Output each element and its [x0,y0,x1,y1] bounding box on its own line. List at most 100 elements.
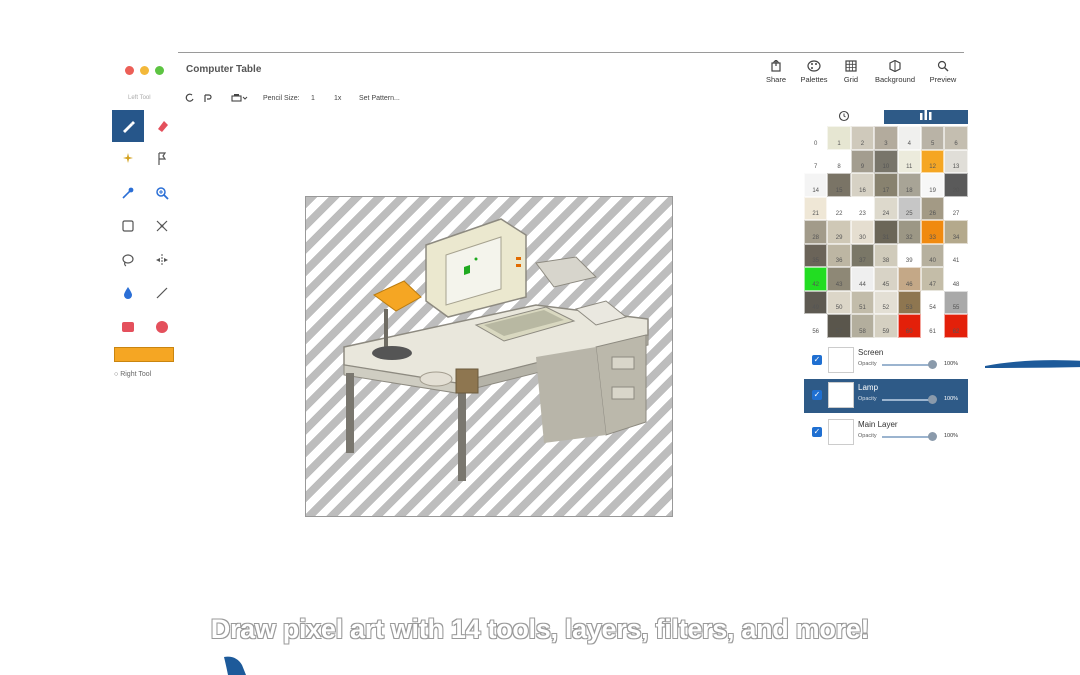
undo-button[interactable] [185,93,195,105]
tool-zoom[interactable] [146,177,178,209]
tool-circle[interactable] [146,311,178,343]
layer-visibility-checkbox[interactable]: ✓ [812,390,822,400]
palette-swatch[interactable]: 49 [804,290,828,314]
palette-swatch[interactable]: 59 [874,314,898,338]
tool-line[interactable] [146,277,178,309]
palette-swatch[interactable]: 55 [944,290,968,314]
palette-swatch[interactable]: 11 [897,149,921,173]
palette-swatch[interactable]: 26 [920,196,945,220]
tool-drop[interactable] [112,277,144,309]
palette-swatch[interactable]: 19 [920,173,945,197]
palette-swatch[interactable]: 42 [804,267,828,291]
palette-swatch[interactable]: 62 [944,314,968,338]
palette-colors-tab[interactable] [884,110,968,124]
palette-swatch[interactable]: 30 [850,220,875,244]
tool-pencil[interactable] [112,110,144,142]
palette-swatch[interactable]: 9 [850,149,875,173]
palette-swatch[interactable]: 56 [804,314,828,338]
tool-fill-bucket[interactable] [146,143,178,175]
palette-swatch[interactable]: 12 [920,149,945,173]
palette-swatch[interactable]: 29 [827,220,851,244]
palette-swatch[interactable]: 8 [827,149,851,173]
palette-swatch[interactable]: 2 [850,126,875,150]
palette-swatch[interactable]: 14 [804,173,828,197]
pattern-size[interactable]: 1x [334,93,341,105]
palette-swatch[interactable]: 31 [874,220,898,244]
palette-swatch[interactable]: 3 [874,126,898,150]
palette-swatch[interactable]: 57 [827,314,851,338]
palette-swatch[interactable]: 45 [874,267,898,291]
palette-history-tab[interactable] [804,110,884,124]
palette-swatch[interactable]: 61 [920,314,945,338]
palette-swatch[interactable]: 46 [897,267,921,291]
palette-swatch[interactable]: 34 [944,220,968,244]
palette-swatch[interactable]: 40 [920,243,945,267]
palette-swatch[interactable]: 52 [874,290,898,314]
drawing-canvas[interactable] [305,196,673,517]
opacity-slider-knob[interactable] [928,360,937,369]
palette-swatch[interactable]: 18 [897,173,921,197]
palette-swatch[interactable]: 27 [944,196,968,220]
palette-swatch[interactable]: 53 [897,290,921,314]
palette-swatch[interactable]: 47 [920,267,945,291]
palette-swatch[interactable]: 51 [850,290,875,314]
layer-visibility-checkbox[interactable]: ✓ [812,355,822,365]
palette-swatch[interactable]: 15 [827,173,851,197]
palette-swatch[interactable]: 13 [944,149,968,173]
redo-button[interactable] [203,93,213,105]
layer-visibility-checkbox[interactable]: ✓ [812,427,822,437]
tool-rect-select[interactable] [112,210,144,242]
grid-button[interactable]: Grid [828,60,874,84]
palette-swatch[interactable]: 21 [804,196,828,220]
palette-swatch[interactable]: 6 [944,126,968,150]
tool-magic-wand[interactable] [112,143,144,175]
palette-swatch[interactable]: 32 [897,220,921,244]
palette-swatch[interactable]: 7 [804,149,828,173]
palette-swatch[interactable]: 60 [897,314,921,338]
palette-swatch[interactable]: 58 [850,314,875,338]
layer-row-screen[interactable]: ✓ Screen Opacity 100% [804,344,968,378]
palette-swatch[interactable]: 16 [850,173,875,197]
opacity-slider-knob[interactable] [928,432,937,441]
palette-swatch[interactable]: 22 [827,196,851,220]
palette-swatch[interactable]: 23 [850,196,875,220]
background-button[interactable]: Background [872,60,918,84]
palette-swatch[interactable]: 4 [897,126,921,150]
palette-swatch[interactable]: 1 [827,126,851,150]
palette-swatch[interactable]: 36 [827,243,851,267]
left-color-swatch[interactable] [114,347,174,362]
zoom-button[interactable] [155,66,164,75]
palette-swatch[interactable]: 35 [804,243,828,267]
preview-button[interactable]: Preview [920,60,966,84]
layer-row-lamp[interactable]: ✓ Lamp Opacity 100% [804,379,968,413]
palette-swatch[interactable]: 17 [874,173,898,197]
tool-symmetry[interactable] [146,244,178,276]
mode-dropdown[interactable] [231,93,249,105]
pencil-size-value[interactable]: 1 [311,93,315,105]
palette-swatch[interactable]: 39 [897,243,921,267]
layer-row-main[interactable]: ✓ Main Layer Opacity 100% [804,416,968,450]
palette-swatch[interactable]: 38 [874,243,898,267]
palette-swatch[interactable]: 20 [944,173,968,197]
palette-swatch[interactable]: 50 [827,290,851,314]
palette-swatch[interactable]: 48 [944,267,968,291]
set-pattern-button[interactable]: Set Pattern... [359,93,400,105]
tool-lasso[interactable] [112,244,144,276]
minimize-button[interactable] [140,66,149,75]
palette-swatch[interactable]: 25 [897,196,921,220]
palette-swatch[interactable]: 10 [874,149,898,173]
palette-swatch[interactable]: 43 [827,267,851,291]
palette-swatch[interactable]: 54 [920,290,945,314]
tool-eyedropper[interactable] [112,177,144,209]
palette-swatch[interactable]: 37 [850,243,875,267]
palette-swatch[interactable]: 41 [944,243,968,267]
tool-eraser[interactable] [146,110,178,142]
opacity-slider-knob[interactable] [928,395,937,404]
palette-swatch[interactable]: 28 [804,220,828,244]
palette-swatch[interactable]: 33 [920,220,945,244]
palette-swatch[interactable]: 5 [920,126,945,150]
palette-swatch[interactable]: 24 [874,196,898,220]
tool-move[interactable] [146,210,178,242]
palette-swatch[interactable]: 0 [804,126,828,150]
palette-swatch[interactable]: 44 [850,267,875,291]
